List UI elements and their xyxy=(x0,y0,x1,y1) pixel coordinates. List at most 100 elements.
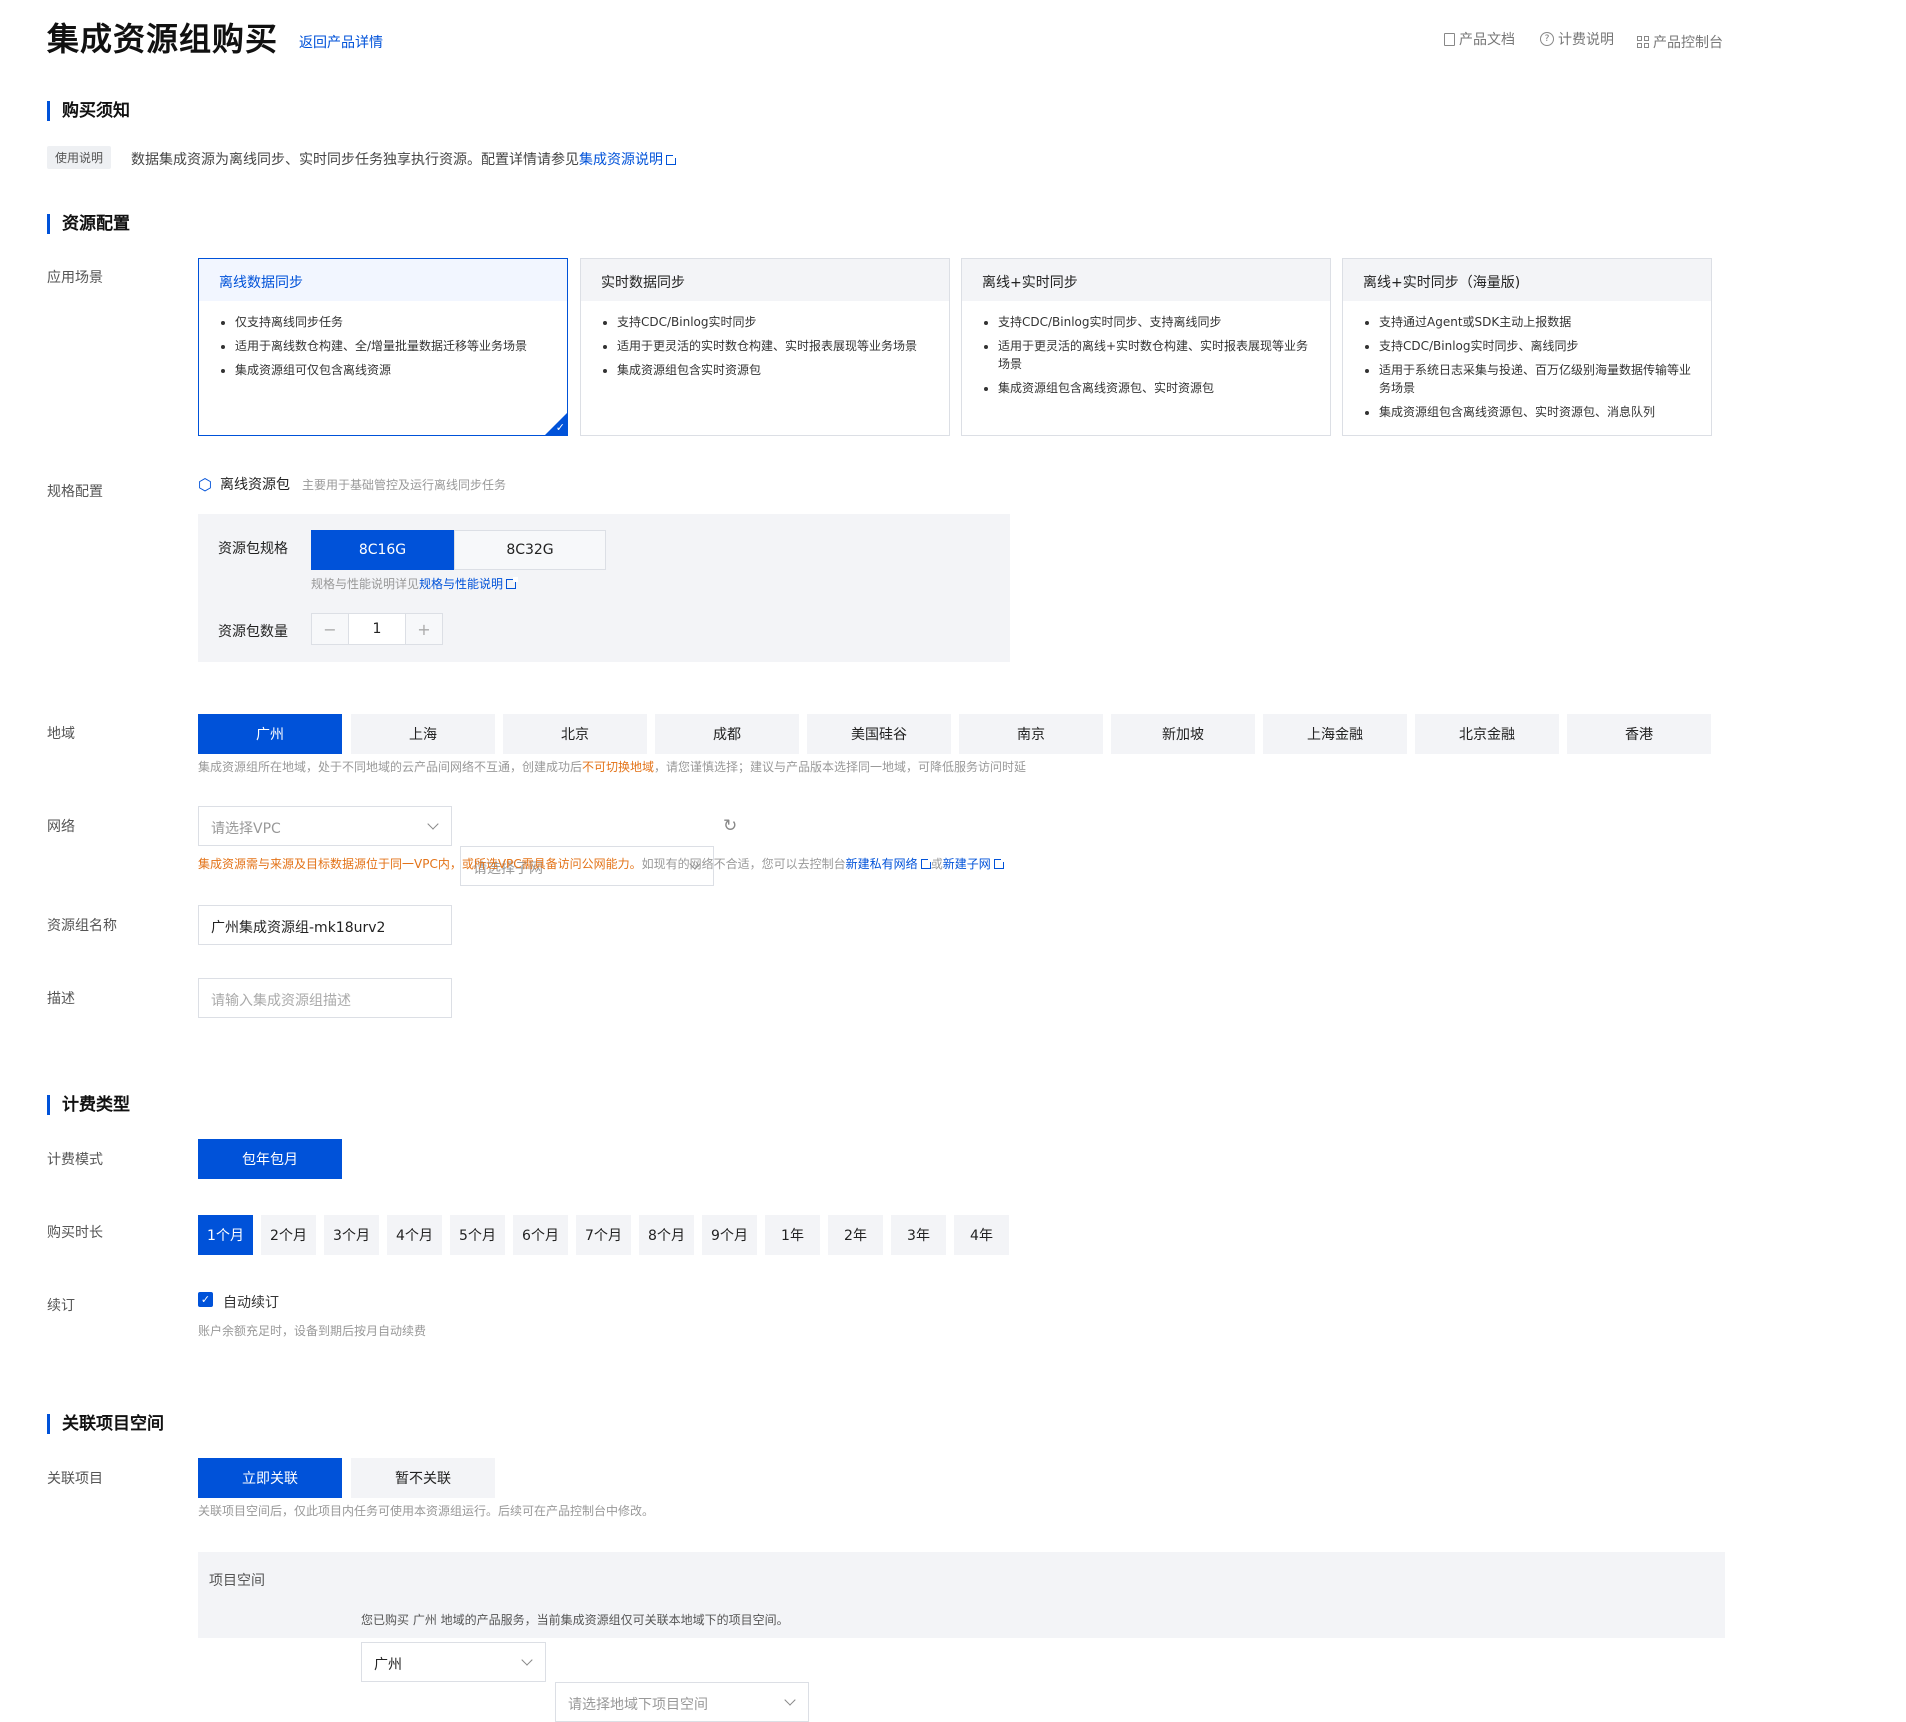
card-title: 离线数据同步 xyxy=(199,259,567,301)
region-silicon-valley[interactable]: 美国硅谷 xyxy=(807,714,951,754)
scenario-card-massive[interactable]: 离线+实时同步（海量版) 支持通过Agent或SDK主动上报数据 支持CDC/B… xyxy=(1342,258,1712,436)
billing-mode-label: 计费模式 xyxy=(47,1152,103,1168)
scenario-card-offline-realtime[interactable]: 离线+实时同步 支持CDC/Binlog实时同步、支持离线同步 适用于更灵活的离… xyxy=(961,258,1331,436)
region-nanjing[interactable]: 南京 xyxy=(959,714,1103,754)
spec-performance-link[interactable]: 规格与性能说明 xyxy=(419,577,519,591)
list-item: 仅支持离线同步任务 xyxy=(235,313,547,331)
scenario-card-offline[interactable]: 离线数据同步 仅支持离线同步任务 适用于离线数仓构建、全/增量批量数据迁移等业务… xyxy=(198,258,568,436)
duration-4-months[interactable]: 4个月 xyxy=(387,1215,442,1255)
region-shanghai-finance[interactable]: 上海金融 xyxy=(1263,714,1407,754)
auto-renew-checkbox[interactable]: ✓ xyxy=(198,1292,213,1307)
region-label: 地域 xyxy=(47,726,75,742)
project-space-hint: 您已购买 广州 地域的产品服务，当前集成资源组仅可关联本地域下的项目空间。 xyxy=(361,1613,789,1627)
region-singapore[interactable]: 新加坡 xyxy=(1111,714,1255,754)
spec-hint: 规格与性能说明详见规格与性能说明 xyxy=(311,575,519,592)
duration-3-months[interactable]: 3个月 xyxy=(324,1215,379,1255)
quantity-stepper[interactable]: − 1 + xyxy=(311,613,443,645)
doc-link[interactable]: 产品文档 xyxy=(1444,29,1515,50)
refresh-icon[interactable]: ↻ xyxy=(723,816,737,836)
duration-3-years[interactable]: 3年 xyxy=(891,1215,946,1255)
check-icon: ✓ xyxy=(200,1293,211,1306)
page-title: 集成资源组购买 xyxy=(47,20,279,58)
chevron-down-icon xyxy=(784,1694,796,1706)
list-item: 集成资源组包含离线资源包、实时资源包、消息队列 xyxy=(1379,403,1691,421)
list-item: 适用于离线数仓构建、全/增量批量数据迁移等业务场景 xyxy=(235,337,547,355)
renew-hint: 账户余额充足时，设备到期后按月自动续费 xyxy=(198,1324,427,1338)
desc-label: 描述 xyxy=(47,991,75,1007)
spec-label: 规格配置 xyxy=(47,484,103,500)
card-title: 离线+实时同步 xyxy=(962,259,1330,301)
list-item: 适用于更灵活的实时数仓构建、实时报表展现等业务场景 xyxy=(617,337,929,355)
duration-8-months[interactable]: 8个月 xyxy=(639,1215,694,1255)
help-icon: ? xyxy=(1540,32,1554,46)
vpc-select[interactable]: 请选择VPC xyxy=(198,806,452,846)
grid-icon xyxy=(1637,36,1649,48)
notice-text: 数据集成资源为离线同步、实时同步任务独享执行资源。配置详情请参见集成资源说明 xyxy=(131,149,678,169)
billing-doc-link[interactable]: ? 计费说明 xyxy=(1540,29,1614,49)
list-item: 集成资源组包含实时资源包 xyxy=(617,361,929,379)
duration-4-years[interactable]: 4年 xyxy=(954,1215,1009,1255)
list-item: 集成资源组可仅包含离线资源 xyxy=(235,361,547,379)
quantity-value[interactable]: 1 xyxy=(348,614,406,644)
section-title-billing: 计费类型 xyxy=(47,1095,130,1115)
description-input[interactable]: 请输入集成资源组描述 xyxy=(198,978,452,1018)
region-beijing-finance[interactable]: 北京金融 xyxy=(1415,714,1559,754)
increment-button[interactable]: + xyxy=(406,614,442,644)
associate-now-button[interactable]: 立即关联 xyxy=(198,1458,342,1498)
project-space-select[interactable]: 请选择地域下项目空间 xyxy=(555,1682,809,1722)
spec-option-8c32g[interactable]: 8C32G xyxy=(454,530,606,570)
duration-1-year[interactable]: 1年 xyxy=(765,1215,820,1255)
region-beijing[interactable]: 北京 xyxy=(503,714,647,754)
list-item: 支持CDC/Binlog实时同步 xyxy=(617,313,929,331)
list-item: 集成资源组包含离线资源包、实时资源包 xyxy=(998,379,1310,397)
spec-field-label: 资源包规格 xyxy=(218,541,288,557)
scenario-label: 应用场景 xyxy=(47,270,103,286)
project-region-select[interactable]: 广州 xyxy=(361,1642,546,1682)
hexagon-icon: ⬡ xyxy=(198,474,212,494)
list-item: 支持CDC/Binlog实时同步、离线同步 xyxy=(1379,337,1691,355)
auto-renew-label[interactable]: 自动续订 xyxy=(223,1292,279,1312)
qty-field-label: 资源包数量 xyxy=(218,624,288,640)
check-icon: ✓ xyxy=(555,421,565,434)
back-to-product-link[interactable]: 返回产品详情 xyxy=(299,32,383,52)
duration-1-month[interactable]: 1个月 xyxy=(198,1215,253,1255)
region-chengdu[interactable]: 成都 xyxy=(655,714,799,754)
new-subnet-link[interactable]: 新建子网 xyxy=(943,857,1006,871)
region-shanghai[interactable]: 上海 xyxy=(351,714,495,754)
duration-2-years[interactable]: 2年 xyxy=(828,1215,883,1255)
new-vpc-link[interactable]: 新建私有网络 xyxy=(846,857,933,871)
spec-option-8c16g[interactable]: 8C16G xyxy=(311,530,454,570)
external-link-icon xyxy=(920,857,933,869)
project-hint: 关联项目空间后，仅此项目内任务可使用本资源组运行。后续可在产品控制台中修改。 xyxy=(198,1504,655,1518)
list-item: 支持CDC/Binlog实时同步、支持离线同步 xyxy=(998,313,1310,331)
external-link-icon xyxy=(666,153,678,165)
external-link-icon xyxy=(506,577,519,589)
project-space-label: 项目空间 xyxy=(209,1573,265,1589)
list-item: 适用于系统日志采集与投递、百万亿级别海量数据传输等业务场景 xyxy=(1379,361,1691,397)
renew-label: 续订 xyxy=(47,1298,75,1314)
duration-6-months[interactable]: 6个月 xyxy=(513,1215,568,1255)
chevron-down-icon xyxy=(521,1654,533,1666)
project-label: 关联项目 xyxy=(47,1471,103,1487)
duration-9-months[interactable]: 9个月 xyxy=(702,1215,757,1255)
duration-2-months[interactable]: 2个月 xyxy=(261,1215,316,1255)
resource-group-name-input[interactable]: 广州集成资源组-mk18urv2 xyxy=(198,905,452,945)
list-item: 支持通过Agent或SDK主动上报数据 xyxy=(1379,313,1691,331)
associate-later-button[interactable]: 暂不关联 xyxy=(351,1458,495,1498)
billing-mode-prepaid[interactable]: 包年包月 xyxy=(198,1139,342,1179)
network-hint: 集成资源需与来源及目标数据源位于同一VPC内，或所选VPC需具备访问公网能力。如… xyxy=(198,855,1006,872)
decrement-button[interactable]: − xyxy=(312,614,348,644)
duration-5-months[interactable]: 5个月 xyxy=(450,1215,505,1255)
usage-tag: 使用说明 xyxy=(47,146,112,169)
console-link[interactable]: 产品控制台 xyxy=(1637,29,1723,52)
section-title-resource: 资源配置 xyxy=(47,214,130,234)
integration-resource-doc-link[interactable]: 集成资源说明 xyxy=(579,152,678,168)
chevron-down-icon xyxy=(427,818,439,830)
region-guangzhou[interactable]: 广州 xyxy=(198,714,342,754)
duration-7-months[interactable]: 7个月 xyxy=(576,1215,631,1255)
name-label: 资源组名称 xyxy=(47,918,117,934)
region-hongkong[interactable]: 香港 xyxy=(1567,714,1711,754)
scenario-card-realtime[interactable]: 实时数据同步 支持CDC/Binlog实时同步 适用于更灵活的实时数仓构建、实时… xyxy=(580,258,950,436)
region-hint: 集成资源组所在地域，处于不同地域的云产品间网络不互通，创建成功后不可切换地域，请… xyxy=(198,760,1027,774)
package-header: ⬡ 离线资源包 主要用于基础管控及运行离线同步任务 xyxy=(198,474,506,494)
